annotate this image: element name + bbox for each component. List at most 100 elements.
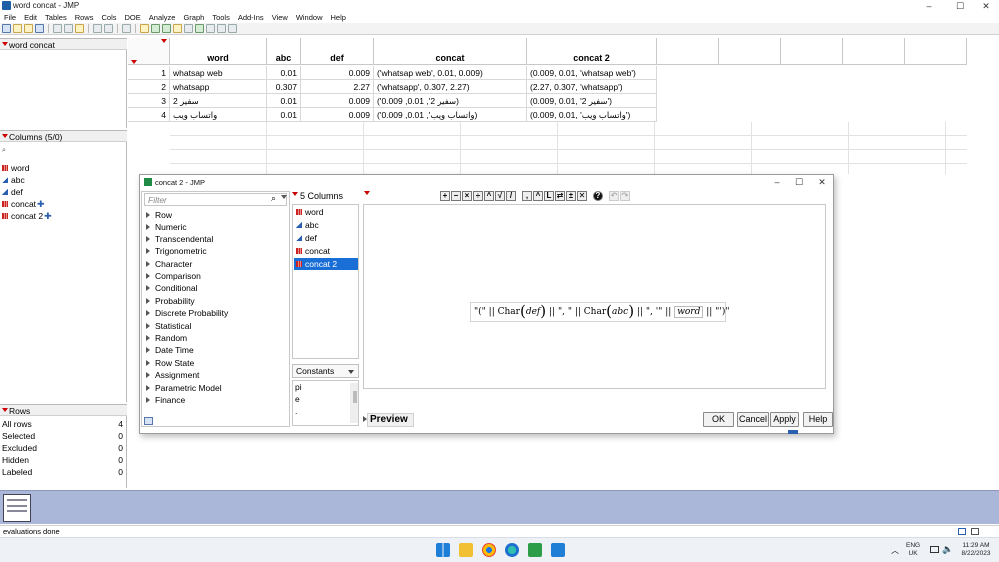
columns-filter-search-icon[interactable]: ⌕ <box>2 147 6 155</box>
red-triangle-icon[interactable] <box>292 192 298 196</box>
chevron-down-icon[interactable] <box>281 195 287 199</box>
cell-concat-2[interactable]: (0.009, 0.01, 'واتساب ويب') <box>527 108 657 122</box>
cell-concat-2[interactable]: (0.009, 0.01, 'whatsap web') <box>527 66 657 80</box>
peel-expression-icon[interactable]: ^ <box>533 191 543 201</box>
preview-section[interactable]: Preview <box>367 413 414 427</box>
menu-tables[interactable]: Tables <box>41 12 71 23</box>
function-group-random[interactable]: Random <box>146 332 187 344</box>
function-group-row-state[interactable]: Row State <box>146 357 194 369</box>
column-header-concat[interactable]: concat <box>374 38 527 65</box>
maximize-button[interactable]: ☐ <box>948 0 972 12</box>
help-button[interactable]: Help <box>803 412 833 427</box>
cell-def[interactable]: 0.009 <box>301 94 374 108</box>
cell-concat[interactable]: ('whatsapp', 0.307, 2.27) <box>374 80 527 94</box>
menu-help[interactable]: Help <box>327 12 350 23</box>
function-group-date-time[interactable]: Date Time <box>146 344 194 356</box>
multiply-operator-icon[interactable]: × <box>462 191 472 201</box>
row-number[interactable]: 1 <box>128 66 170 80</box>
red-triangle-icon[interactable] <box>2 408 8 412</box>
function-group-discrete-probability[interactable]: Discrete Probability <box>146 307 228 319</box>
cell-def[interactable]: 2.27 <box>301 80 374 94</box>
menu-edit[interactable]: Edit <box>20 12 41 23</box>
volume-icon[interactable]: 🔈 <box>942 544 953 555</box>
cell-concat-2[interactable]: (2.27, 0.307, 'whatsapp') <box>527 80 657 94</box>
chart-icon[interactable] <box>151 24 160 33</box>
close-button[interactable]: ✕ <box>974 0 998 12</box>
language-indicator[interactable]: ENG UK <box>906 542 920 558</box>
undo-icon[interactable] <box>93 24 102 33</box>
insert-argument-icon[interactable]: , <box>522 191 532 201</box>
help-icon[interactable]: ? <box>593 191 603 201</box>
column-option-concat-2[interactable]: concat 2 <box>294 258 358 270</box>
row-number[interactable]: 4 <box>128 108 170 122</box>
cell-def[interactable]: 0.009 <box>301 108 374 122</box>
copy-icon[interactable] <box>64 24 73 33</box>
swap-icon[interactable]: ⇄ <box>555 191 565 201</box>
column-option-word[interactable]: word <box>294 206 358 218</box>
analysis-icon[interactable] <box>162 24 171 33</box>
cell-abc[interactable]: 0.01 <box>267 66 301 80</box>
scrollbar-thumb[interactable] <box>353 391 357 403</box>
menu-window[interactable]: Window <box>292 12 327 23</box>
function-group-parametric-model[interactable]: Parametric Model <box>146 382 222 394</box>
column-item-concat-2[interactable]: concat 2 ✚ <box>2 210 52 222</box>
root-operator-icon[interactable]: √ <box>495 191 505 201</box>
ok-button[interactable]: OK <box>703 412 734 427</box>
menu-doe[interactable]: DOE <box>121 12 145 23</box>
constant-e[interactable]: e <box>293 393 358 405</box>
cell-word[interactable]: سفير 2 <box>170 94 267 108</box>
column-header-empty[interactable] <box>719 38 781 65</box>
unary-minus-icon[interactable]: ± <box>566 191 576 201</box>
cell-concat[interactable]: ('0.009 ,0.01 ,'واتساب ويب) <box>374 108 527 122</box>
chrome-icon[interactable] <box>482 543 496 557</box>
vscode-icon[interactable] <box>551 543 565 557</box>
search-icon[interactable] <box>122 24 131 33</box>
constant-pi[interactable]: pi <box>293 381 358 393</box>
row-number[interactable]: 2 <box>128 80 170 94</box>
function-group-trigonometric[interactable]: Trigonometric <box>146 245 207 257</box>
file-explorer-icon[interactable] <box>459 543 473 557</box>
clock[interactable]: 11:29 AM 8/22/2023 <box>957 542 995 558</box>
column-option-abc[interactable]: abc <box>294 219 358 231</box>
dialog-maximize-button[interactable]: ☐ <box>788 176 810 188</box>
constants-scrollbar[interactable] <box>350 383 358 423</box>
windows-start-icon[interactable] <box>436 543 450 557</box>
cell-abc[interactable]: 0.307 <box>267 80 301 94</box>
power-operator-icon[interactable]: ^ <box>484 191 494 201</box>
delete-icon[interactable]: ✕ <box>577 191 587 201</box>
dialog-status-icon[interactable] <box>788 430 798 434</box>
new-data-table-icon[interactable] <box>2 24 11 33</box>
column-item-concat[interactable]: concat ✚ <box>2 198 45 210</box>
search-icon[interactable]: ⌕ <box>271 193 276 204</box>
cancel-button[interactable]: Cancel <box>737 412 769 427</box>
menu-graph[interactable]: Graph <box>179 12 208 23</box>
menu-cols[interactable]: Cols <box>97 12 120 23</box>
dialog-close-button[interactable]: ✕ <box>811 176 833 188</box>
redo-icon[interactable]: ↷ <box>620 191 630 201</box>
function-group-statistical[interactable]: Statistical <box>146 320 191 332</box>
network-icon[interactable] <box>930 546 939 553</box>
new-script-icon[interactable] <box>13 24 22 33</box>
cell-word[interactable]: whatsap web <box>170 66 267 80</box>
red-triangle-icon[interactable] <box>364 191 370 195</box>
undo-icon[interactable]: ↶ <box>609 191 619 201</box>
column-item-def[interactable]: def <box>2 186 23 198</box>
column-option-def[interactable]: def <box>294 232 358 244</box>
cell-abc[interactable]: 0.01 <box>267 108 301 122</box>
cell-concat[interactable]: ('0.009 ,0.01 ,'2 سفير) <box>374 94 527 108</box>
local-variable-icon[interactable]: L <box>544 191 554 201</box>
arrow-icon[interactable] <box>184 24 193 33</box>
cell-concat-2[interactable]: (0.009, 0.01, '2 سفير') <box>527 94 657 108</box>
cell-word[interactable]: whatsapp <box>170 80 267 94</box>
column-header-empty[interactable] <box>843 38 905 65</box>
edge-icon[interactable] <box>505 543 519 557</box>
script-icon[interactable] <box>144 417 153 425</box>
column-option-concat[interactable]: concat <box>294 245 358 257</box>
red-triangle-icon[interactable] <box>2 42 8 46</box>
function-group-conditional[interactable]: Conditional <box>146 282 198 294</box>
data-table-icon[interactable] <box>140 24 149 33</box>
column-header-def[interactable]: def <box>301 38 374 65</box>
function-group-transcendental[interactable]: Transcendental <box>146 233 213 245</box>
menu-view[interactable]: View <box>268 12 292 23</box>
grid-corner[interactable] <box>128 38 170 65</box>
